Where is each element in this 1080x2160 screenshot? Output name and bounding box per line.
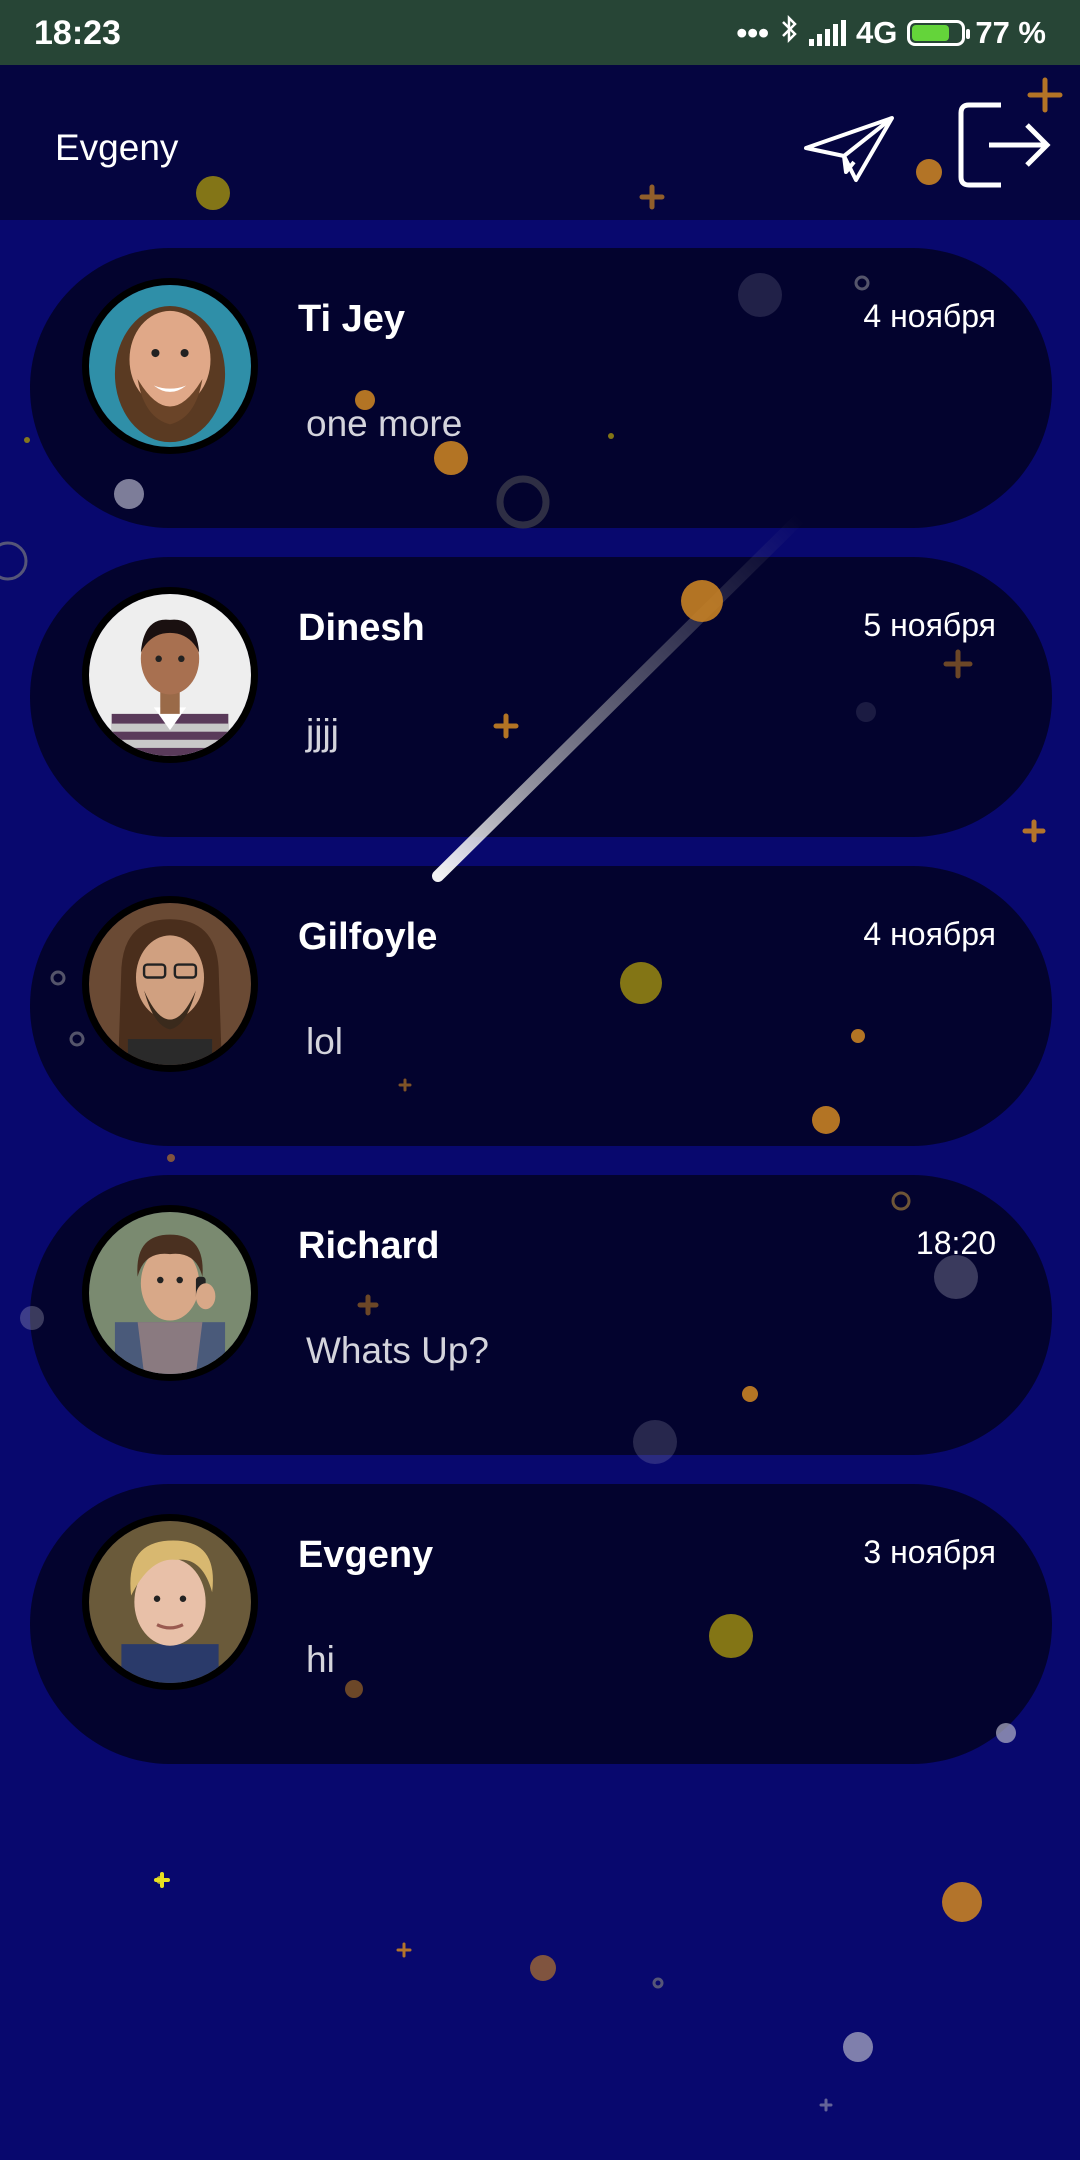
avatar [82,1514,258,1690]
bluetooth-icon [779,14,799,52]
chat-date: 3 ноября [863,1534,996,1570]
chat-item-evgeny[interactable]: Evgeny 3 ноября hi [30,1484,1052,1764]
notification-dots: ••• [736,15,769,50]
chat-last-message: lol [306,1021,344,1062]
chat-list: Ti Jey 4 ноября one more Dinesh 5 ноября… [30,248,1052,1793]
chat-item-richard[interactable]: Richard 18:20 Whats Up? [30,1175,1052,1455]
chat-date: 5 ноября [863,607,996,643]
chat-name: Ti Jey [298,298,406,340]
app-bar: Evgeny [0,65,1080,220]
chat-name: Dinesh [298,607,425,649]
chat-item-dinesh[interactable]: Dinesh 5 ноября jjjj [30,557,1052,837]
chat-last-message: Whats Up? [306,1330,490,1371]
chat-last-message: one more [306,403,463,444]
chat-last-message: jjjj [306,712,339,753]
chat-name: Evgeny [298,1534,434,1576]
network-type: 4G [855,15,898,50]
chat-date: 4 ноября [863,298,996,334]
logout-icon [958,102,1051,188]
avatar [82,1205,258,1381]
paper-plane-icon [804,116,894,182]
chat-date: 18:20 [915,1225,996,1261]
avatar [82,278,258,454]
battery-percent: 77 % [975,15,1046,50]
chat-date: 4 ноября [863,916,996,952]
avatar [82,587,258,763]
status-time: 18:23 [34,14,121,52]
send-button[interactable] [800,110,900,190]
chat-name: Richard [298,1225,440,1267]
chat-item-gilfoyle[interactable]: Gilfoyle 4 ноября lol [30,866,1052,1146]
chat-name: Gilfoyle [298,916,438,958]
app-title: Evgeny [55,127,179,168]
status-icons: ••• 4G 77 % [736,14,1046,52]
status-bar: 18:23 ••• 4G 77 % [0,0,1080,65]
chat-item-ti-jey[interactable]: Ti Jey 4 ноября one more [30,248,1052,528]
logout-button[interactable] [955,95,1055,195]
chat-last-message: hi [306,1639,335,1680]
signal-icon [808,20,846,46]
battery-charging-icon [907,20,971,46]
avatar [82,896,258,1072]
